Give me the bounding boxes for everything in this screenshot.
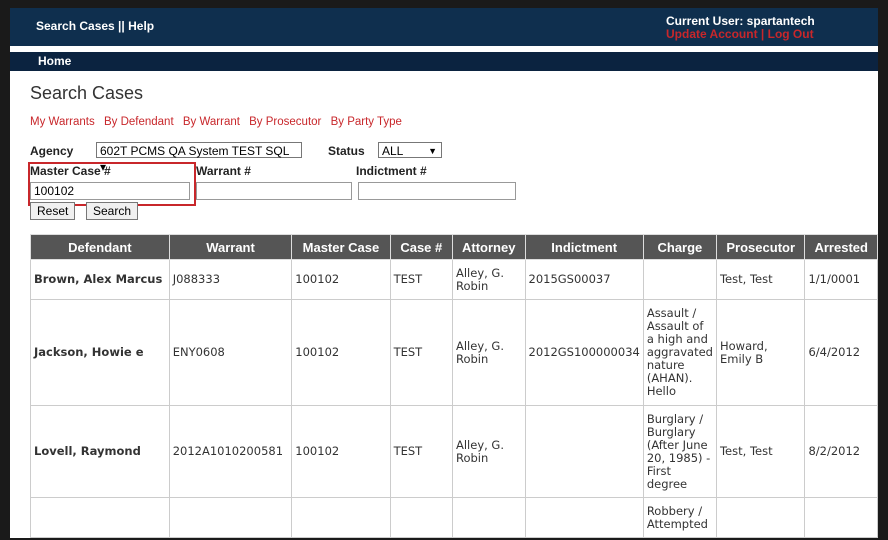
cell-attorney: Alley, G. Robin [451,259,526,300]
subnav-my-warrants[interactable]: My Warrants [30,116,95,128]
status-value: ALL [382,144,404,158]
col-arrested[interactable]: Arrested [804,234,878,260]
col-master-case[interactable]: Master Case [291,234,391,260]
top-bar: Search Cases || Help Current User: spart… [10,8,878,46]
cell-master-case: 100102 [291,299,391,406]
warrant-input[interactable] [196,182,352,200]
subnav-by-warrant[interactable]: By Warrant [183,116,240,128]
cell-warrant [168,497,293,538]
cell-defendant[interactable] [30,497,170,538]
subnav-by-defendant[interactable]: By Defendant [104,116,174,128]
cell-prosecutor [715,497,806,538]
col-prosecutor[interactable]: Prosecutor [715,234,806,260]
cell-indictment: 2015GS00037 [524,259,644,300]
indictment-input[interactable] [358,182,516,200]
log-out-link[interactable]: Log Out [768,27,814,41]
cell-arrested: 1/1/0001 [804,259,878,300]
cell-case-number: TEST [389,405,453,498]
cell-warrant: ENY0608 [168,299,293,406]
cell-master-case: 100102 [291,405,391,498]
cell-indictment: 2012GS100000034 [524,299,644,406]
col-indictment[interactable]: Indictment [524,234,644,260]
subnav-by-party-type[interactable]: By Party Type [331,116,402,128]
cell-indictment [524,405,644,498]
app-frame: Search Cases || Help Current User: spart… [10,8,878,538]
col-defendant[interactable]: Defendant [30,234,170,260]
agency-label: Agency [30,144,74,158]
cell-case-number: TEST [389,299,453,406]
cell-prosecutor: Howard, Emily B [715,299,806,406]
cell-prosecutor: Test, Test [715,405,806,498]
reset-button[interactable]: Reset [30,202,76,220]
agency-select[interactable]: 602T PCMS QA System TEST SQL ▾ [96,142,302,174]
table-row[interactable]: Jackson, Howie e ENY0608 100102 TEST All… [30,299,878,406]
home-link[interactable]: Home [38,54,71,68]
table-row[interactable]: Lovell, Raymond 2012A1010200581 100102 T… [30,405,878,498]
cell-defendant[interactable]: Jackson, Howie e [30,299,170,406]
cell-warrant: J088333 [168,259,293,300]
page-title: Search Cases [30,83,144,103]
cell-case-number [389,497,453,538]
status-label: Status [328,144,365,158]
results-table: Defendant Warrant Master Case Case # Att… [30,234,878,538]
help-link[interactable]: Help [128,19,154,33]
top-nav: Search Cases || Help [36,19,154,33]
cell-charge [642,259,717,300]
col-case-number[interactable]: Case # [389,234,453,260]
cell-master-case [291,497,391,538]
update-account-link[interactable]: Update Account [666,27,758,41]
col-charge[interactable]: Charge [642,234,717,260]
search-subnav: My Warrants By Defendant By Warrant By P… [30,116,878,128]
warrant-label: Warrant # [196,164,251,178]
table-row[interactable]: Brown, Alex Marcus J088333 100102 TEST A… [30,259,878,300]
cell-defendant[interactable]: Brown, Alex Marcus [30,259,170,300]
cell-master-case: 100102 [291,259,391,300]
status-select[interactable]: ALL ▼ [378,142,442,158]
col-warrant[interactable]: Warrant [168,234,293,260]
table-row[interactable]: Robbery / Attempted [30,497,878,538]
cell-charge: Robbery / Attempted [642,497,717,538]
chevron-down-icon: ▼ [428,146,437,156]
cell-indictment [524,497,644,538]
cell-attorney: Alley, G. Robin [451,405,526,498]
col-attorney[interactable]: Attorney [451,234,526,260]
home-bar: Home [10,52,878,71]
cell-case-number: TEST [389,259,453,300]
cell-arrested [804,497,878,538]
cell-attorney [451,497,526,538]
subnav-by-prosecutor[interactable]: By Prosecutor [249,116,321,128]
filter-panel: Agency 602T PCMS QA System TEST SQL ▾ St… [10,140,878,220]
indictment-label: Indictment # [356,164,427,178]
cell-attorney: Alley, G. Robin [451,299,526,406]
cell-warrant: 2012A1010200581 [168,405,293,498]
cell-prosecutor: Test, Test [715,259,806,300]
user-box: Current User: spartantech Update Account… [666,15,815,41]
master-case-highlight [28,162,196,206]
cell-arrested: 6/4/2012 [804,299,878,406]
search-cases-link[interactable]: Search Cases || [36,19,125,33]
cell-defendant[interactable]: Lovell, Raymond [30,405,170,498]
cell-arrested: 8/2/2012 [804,405,878,498]
search-button[interactable]: Search [86,202,139,220]
user-links-separator: | [760,27,765,41]
table-header-row: Defendant Warrant Master Case Case # Att… [30,234,878,260]
cell-charge: Assault / Assault of a high and aggravat… [642,299,717,406]
cell-charge: Burglary / Burglary (After June 20, 1985… [642,405,717,498]
